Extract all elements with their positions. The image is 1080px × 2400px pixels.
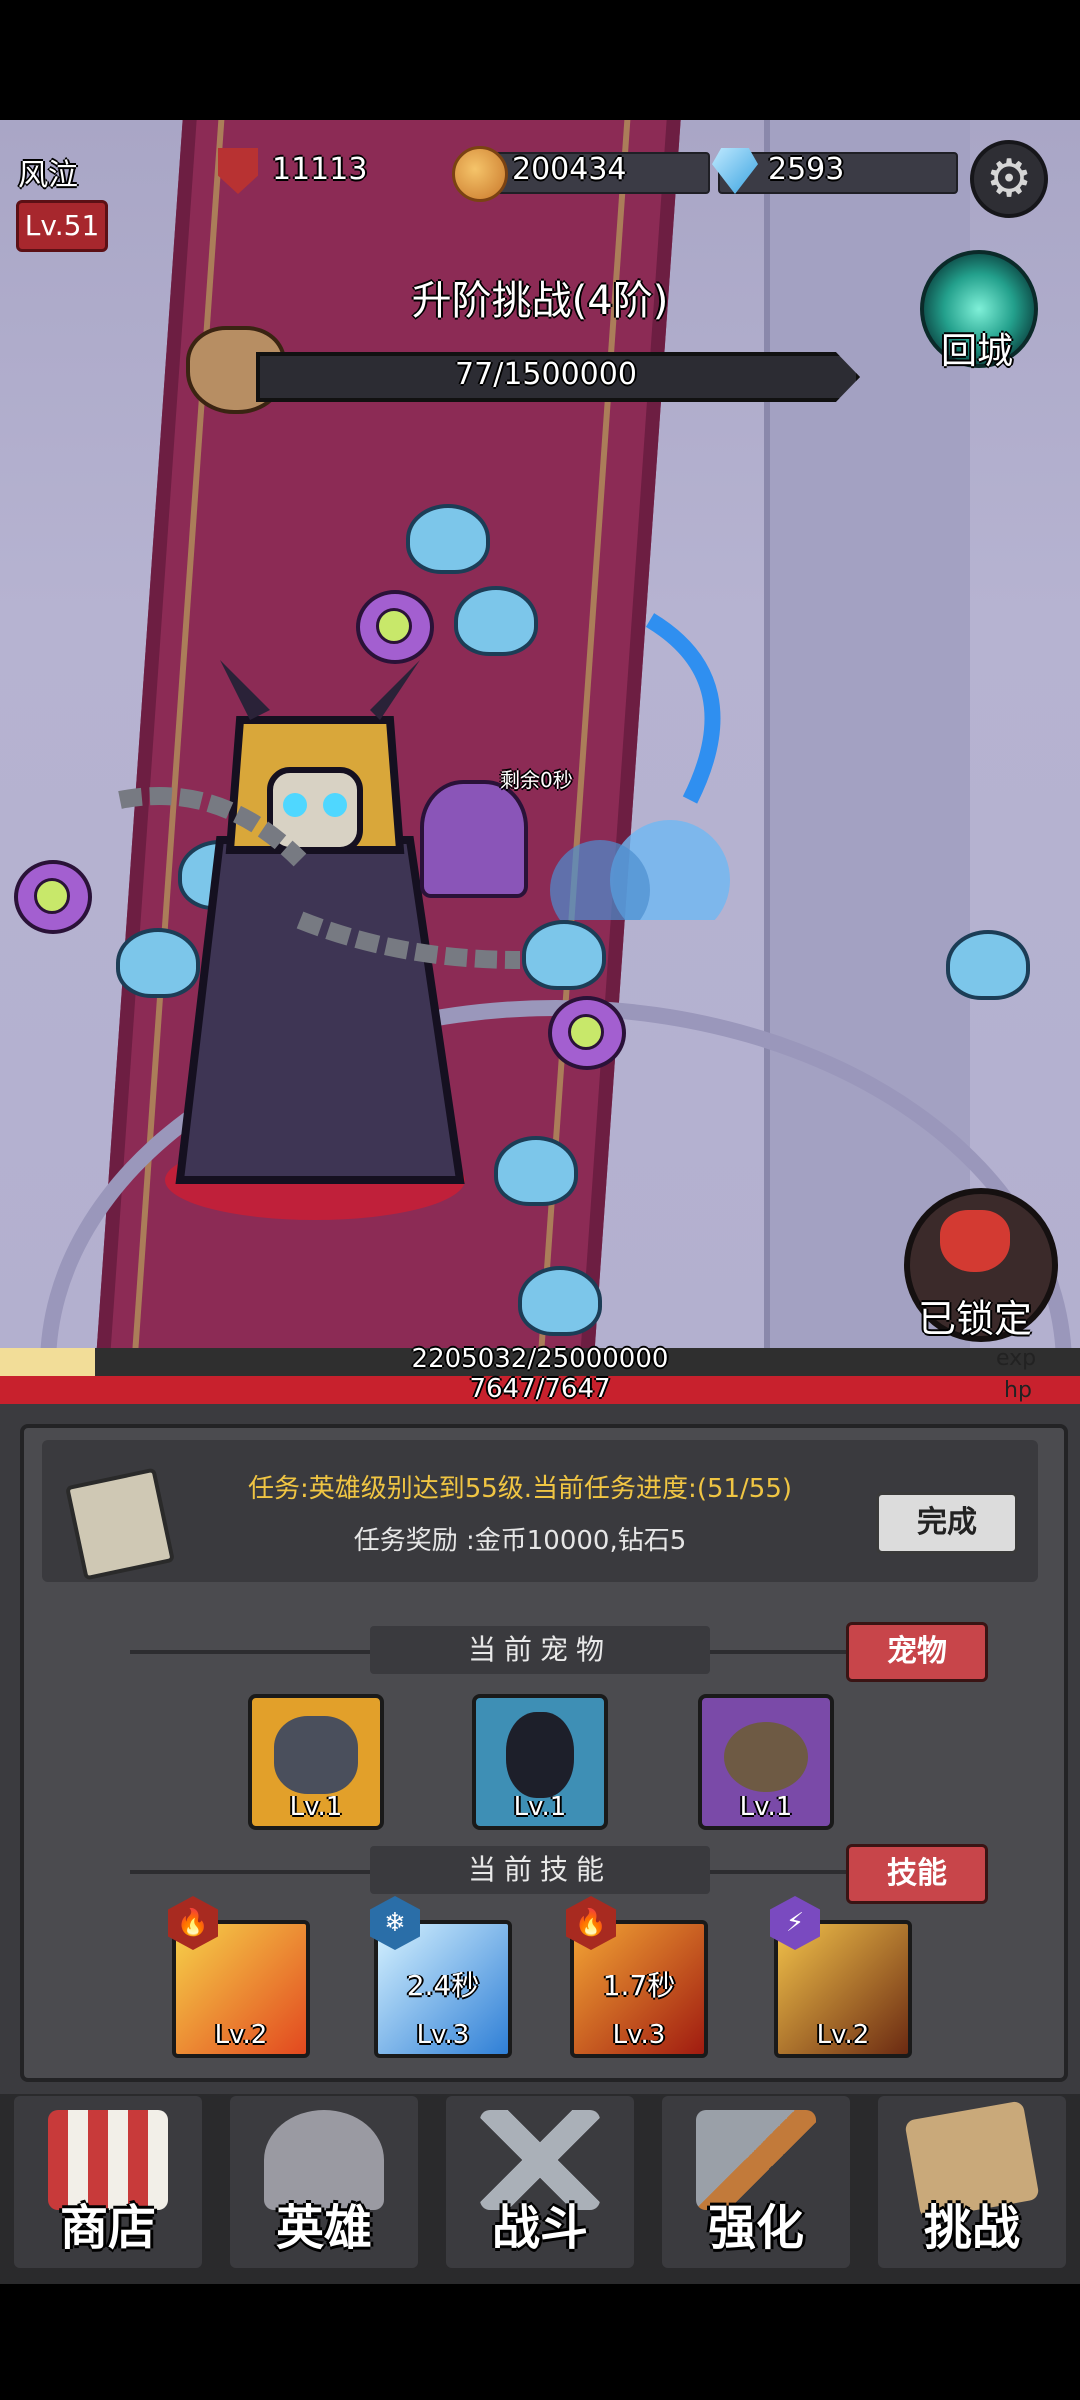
- badge-glyph: ❄: [384, 1908, 406, 1938]
- task-description: 任务:英雄级别达到55级.当前任务进度:(51/55): [247, 1474, 793, 1504]
- rock-golem-pet-icon: [724, 1722, 808, 1792]
- gold-coin-icon: [452, 146, 508, 202]
- boss-hp-text: 77/1500000: [455, 357, 637, 392]
- gear-icon: ⚙: [985, 149, 1033, 209]
- exp-label: exp: [996, 1346, 1037, 1371]
- skeleton-pharaoh-boss: [118, 660, 521, 1220]
- skill-cooldown: 2.4秒: [406, 1969, 480, 2002]
- hp-text: 7647/7647: [469, 1374, 611, 1404]
- stage-title: 升阶挑战(4阶): [411, 278, 669, 324]
- nav-label: 强化: [707, 2200, 804, 2256]
- player-name: 风泣: [18, 158, 78, 193]
- nav-label: 战斗: [491, 2200, 588, 2256]
- badge-glyph: 🔥: [176, 1908, 210, 1938]
- nav-upgrade[interactable]: 强化: [662, 2096, 850, 2268]
- nav-battle[interactable]: 战斗: [446, 2096, 634, 2268]
- pet-level: Lv.1: [739, 1792, 793, 1822]
- task-reward: 任务奖励 :金币10000,钻石5: [353, 1526, 687, 1556]
- return-city-label[interactable]: 回城: [922, 322, 1032, 374]
- scroll-quill-icon: [65, 1467, 175, 1581]
- pets-section-header: 当前宠物: [370, 1626, 710, 1674]
- hero-character: [420, 780, 528, 898]
- skills-button[interactable]: 技能: [846, 1844, 988, 1904]
- nav-label: 商店: [59, 2200, 156, 2256]
- timer-label: 剩余0秒: [500, 768, 573, 792]
- pet-level: Lv.1: [513, 1792, 567, 1822]
- nav-label: 挑战: [923, 2200, 1020, 2256]
- system-nav-area: [0, 2284, 1080, 2400]
- penguin-pet-icon: [506, 1712, 574, 1798]
- settings-button[interactable]: ⚙: [970, 140, 1048, 218]
- lock-target-label[interactable]: 已锁定: [900, 1288, 1050, 1343]
- pet-level: Lv.1: [289, 1792, 343, 1822]
- gem-value: 2593: [768, 152, 845, 187]
- complete-task-button[interactable]: 完成: [876, 1492, 1018, 1554]
- status-bar-area: [0, 0, 1080, 120]
- skill-level: Lv.3: [416, 2020, 470, 2050]
- blue-slime-enemy: [946, 930, 1030, 1000]
- nav-shop[interactable]: 商店: [14, 2096, 202, 2268]
- blue-slime-enemy: [518, 1266, 602, 1336]
- eyeball-enemy: [14, 860, 92, 934]
- skill-level: Lv.2: [816, 2020, 870, 2050]
- pet-card-rock[interactable]: Lv.1: [698, 1694, 834, 1830]
- pets-button[interactable]: 宠物: [846, 1622, 988, 1682]
- pet-card-wolf[interactable]: Lv.1: [248, 1694, 384, 1830]
- skill-level: Lv.3: [612, 2020, 666, 2050]
- skill-cooldown: 1.7秒: [602, 1969, 676, 2002]
- nav-label: 英雄: [275, 2200, 372, 2256]
- exp-text: 2205032/25000000: [411, 1344, 669, 1374]
- hp-label: hp: [1004, 1378, 1032, 1403]
- demon-skull-icon: [940, 1210, 1010, 1272]
- nav-challenge[interactable]: 挑战: [878, 2096, 1066, 2268]
- nav-hero[interactable]: 英雄: [230, 2096, 418, 2268]
- eyeball-enemy: [548, 996, 626, 1070]
- player-level-badge: Lv.51: [16, 200, 108, 252]
- eyeball-enemy: [356, 590, 434, 664]
- blue-slime-enemy: [406, 504, 490, 574]
- badge-glyph: 🔥: [574, 1908, 608, 1938]
- pet-card-penguin[interactable]: Lv.1: [472, 1694, 608, 1830]
- combat-power-value: 11113: [272, 152, 368, 187]
- wolf-pet-icon: [274, 1716, 358, 1794]
- blue-slime-enemy: [522, 920, 606, 990]
- badge-glyph: ⚡: [785, 1908, 805, 1938]
- skill-level: Lv.2: [214, 2020, 268, 2050]
- skills-section-header: 当前技能: [370, 1846, 710, 1894]
- gold-value: 200434: [512, 152, 627, 187]
